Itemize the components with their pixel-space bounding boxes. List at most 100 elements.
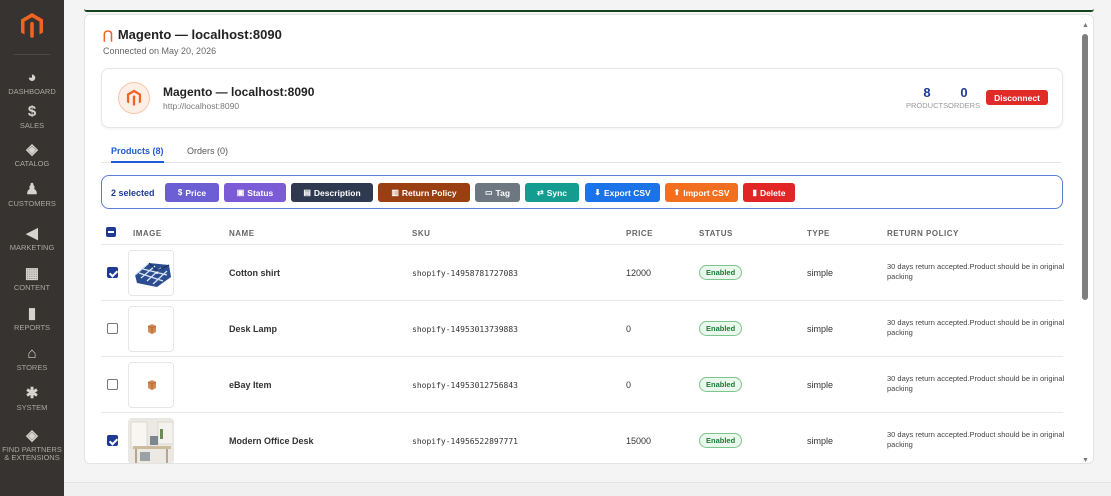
shirt-image: [128, 250, 174, 296]
sidebar-item-system[interactable]: ✱ SYSTEM: [0, 386, 64, 412]
trash-icon: ▮: [752, 188, 757, 197]
sidebar-item-find-partners[interactable]: ◈ FIND PARTNERS & EXTENSIONS: [0, 428, 64, 462]
select-all-checkbox[interactable]: [106, 227, 116, 237]
sidebar-item-stores[interactable]: ⌂ STORES: [0, 346, 64, 372]
product-type: simple: [807, 380, 834, 390]
price-button[interactable]: $ Price: [165, 183, 219, 202]
column-header-status: STATUS: [699, 229, 733, 238]
export-csv-button[interactable]: ⬇ Export CSV: [585, 183, 660, 202]
product-price: 15000: [626, 436, 652, 446]
sidebar-item-marketing[interactable]: ◀ MARKETING: [0, 226, 64, 252]
status-badge: Enabled: [699, 433, 743, 448]
status-badge: Enabled: [699, 377, 743, 392]
placeholder-box-image: [128, 306, 174, 352]
product-return-policy: 30 days return accepted.Product should b…: [887, 318, 1065, 337]
tab-products[interactable]: Products (8): [111, 146, 164, 163]
import-csv-button[interactable]: ⬆ Import CSV: [665, 183, 738, 202]
connection-title-text: Magento — localhost:8090: [117, 27, 282, 42]
store-summary: Magento — localhost:8090 http://localhos…: [101, 68, 1063, 128]
tag-button[interactable]: ▭ Tag: [475, 183, 520, 202]
column-header-return-policy: RETURN POLICY: [887, 229, 959, 238]
tab-orders[interactable]: Orders (0): [187, 146, 228, 161]
sidebar-item-sales[interactable]: $ SALES: [0, 104, 64, 130]
sidebar-item-label: FIND PARTNERS & EXTENSIONS: [2, 445, 62, 462]
dollar-icon: $: [27, 103, 37, 120]
product-price: 0: [626, 324, 632, 334]
product-price: 12000: [626, 268, 652, 278]
price-button-label: Price: [185, 187, 207, 198]
sidebar-item-reports[interactable]: ▮ REPORTS: [0, 306, 64, 332]
table-row[interactable]: eBay Item shopify-14953012756843 0 Enabl…: [101, 356, 1064, 412]
sidebar-item-customers[interactable]: ♟ CUSTOMERS: [0, 182, 64, 208]
sync-button-label: Sync: [546, 187, 568, 198]
tag-icon: ▭: [484, 188, 493, 197]
product-sku: shopify-14958781727083: [412, 269, 518, 278]
import-csv-button-label: Import CSV: [683, 187, 730, 198]
column-header-type: TYPE: [807, 229, 830, 238]
store-icon: ⌂: [27, 345, 37, 362]
table-row[interactable]: Modern Office Desk shopify-1495652289777…: [101, 412, 1064, 463]
sidebar-item-label: CONTENT: [13, 283, 51, 292]
bulk-action-bar: 2 selected $ Price ▣ Status ▤ Descriptio…: [101, 175, 1063, 209]
status-button[interactable]: ▣ Status: [224, 183, 286, 202]
delete-button[interactable]: ▮ Delete: [743, 183, 795, 202]
policy-icon: ▥: [391, 188, 399, 197]
placeholder-box-image: [128, 362, 174, 408]
table-row[interactable]: Cotton shirt shopify-14958781727083 1200…: [101, 244, 1064, 300]
sidebar-item-content[interactable]: ▦ CONTENT: [0, 266, 64, 292]
status-icon: ▣: [236, 188, 245, 197]
dollar-icon: $: [177, 188, 183, 197]
magento-small-icon: ⋂: [103, 27, 113, 42]
table-header: IMAGE NAME SKU PRICE STATUS TYPE RETURN …: [101, 225, 1063, 245]
product-name: Modern Office Desk: [229, 436, 314, 446]
status-badge: Enabled: [699, 265, 743, 280]
document-icon: ▤: [303, 188, 311, 197]
product-price: 0: [626, 380, 632, 390]
product-type: simple: [807, 268, 834, 278]
orders-label: ORDERS: [948, 101, 981, 110]
sidebar-item-label: SALES: [19, 121, 45, 130]
row-checkbox[interactable]: [107, 379, 118, 390]
return-policy-button[interactable]: ▥ Return Policy: [378, 183, 470, 202]
page-footer-band: [64, 482, 1111, 496]
scroll-up-arrow-icon[interactable]: ▲: [1082, 22, 1089, 29]
scrollbar-thumb[interactable]: [1082, 34, 1088, 300]
product-return-policy: 30 days return accepted.Product should b…: [887, 262, 1065, 281]
description-button-label: Description: [313, 187, 361, 198]
cube-icon: ◈: [26, 141, 38, 158]
row-checkbox[interactable]: [107, 267, 118, 278]
column-header-image: IMAGE: [133, 229, 162, 238]
tab-bar: Products (8) Orders (0): [101, 143, 1061, 163]
megaphone-icon: ◀: [26, 225, 38, 242]
scroll-down-arrow-icon[interactable]: ▼: [1082, 457, 1089, 464]
upload-icon: ⬆: [673, 188, 681, 197]
admin-sidebar: ◕ DASHBOARD $ SALES ◈ CATALOG ♟ CUSTOMER…: [0, 0, 64, 496]
product-return-policy: 30 days return accepted.Product should b…: [887, 430, 1065, 449]
sidebar-item-label: REPORTS: [13, 323, 51, 332]
magento-logo[interactable]: [20, 12, 44, 40]
product-sku: shopify-14953012756843: [412, 381, 518, 390]
status-button-label: Status: [247, 187, 274, 198]
sidebar-item-label: CATALOG: [14, 159, 50, 168]
gear-icon: ✱: [25, 385, 39, 402]
connection-title: ⋂ Magento — localhost:8090: [103, 27, 282, 42]
main-content: ⋂ Magento — localhost:8090 Connected on …: [64, 0, 1111, 496]
selected-count: 2 selected: [111, 188, 155, 198]
disconnect-button[interactable]: Disconnect: [986, 90, 1048, 105]
office-desk-image: [128, 418, 174, 463]
sidebar-item-catalog[interactable]: ◈ CATALOG: [0, 142, 64, 168]
orders-stat: 0 ORDERS: [948, 86, 980, 110]
sidebar-item-label: MARKETING: [9, 243, 55, 252]
vertical-scrollbar[interactable]: ▲ ▼: [1079, 20, 1093, 464]
table-row[interactable]: Desk Lamp shopify-14953013739883 0 Enabl…: [101, 300, 1064, 356]
connection-card: ⋂ Magento — localhost:8090 Connected on …: [84, 14, 1094, 464]
row-checkbox[interactable]: [107, 323, 118, 334]
sync-button[interactable]: ⇄ Sync: [525, 183, 579, 202]
tag-button-label: Tag: [495, 187, 511, 198]
store-url: http://localhost:8090: [163, 101, 240, 111]
description-button[interactable]: ▤ Description: [291, 183, 373, 202]
export-csv-button-label: Export CSV: [603, 187, 651, 198]
person-icon: ♟: [25, 181, 39, 198]
row-checkbox[interactable]: [107, 435, 118, 446]
sidebar-item-dashboard[interactable]: ◕ DASHBOARD: [0, 70, 64, 96]
